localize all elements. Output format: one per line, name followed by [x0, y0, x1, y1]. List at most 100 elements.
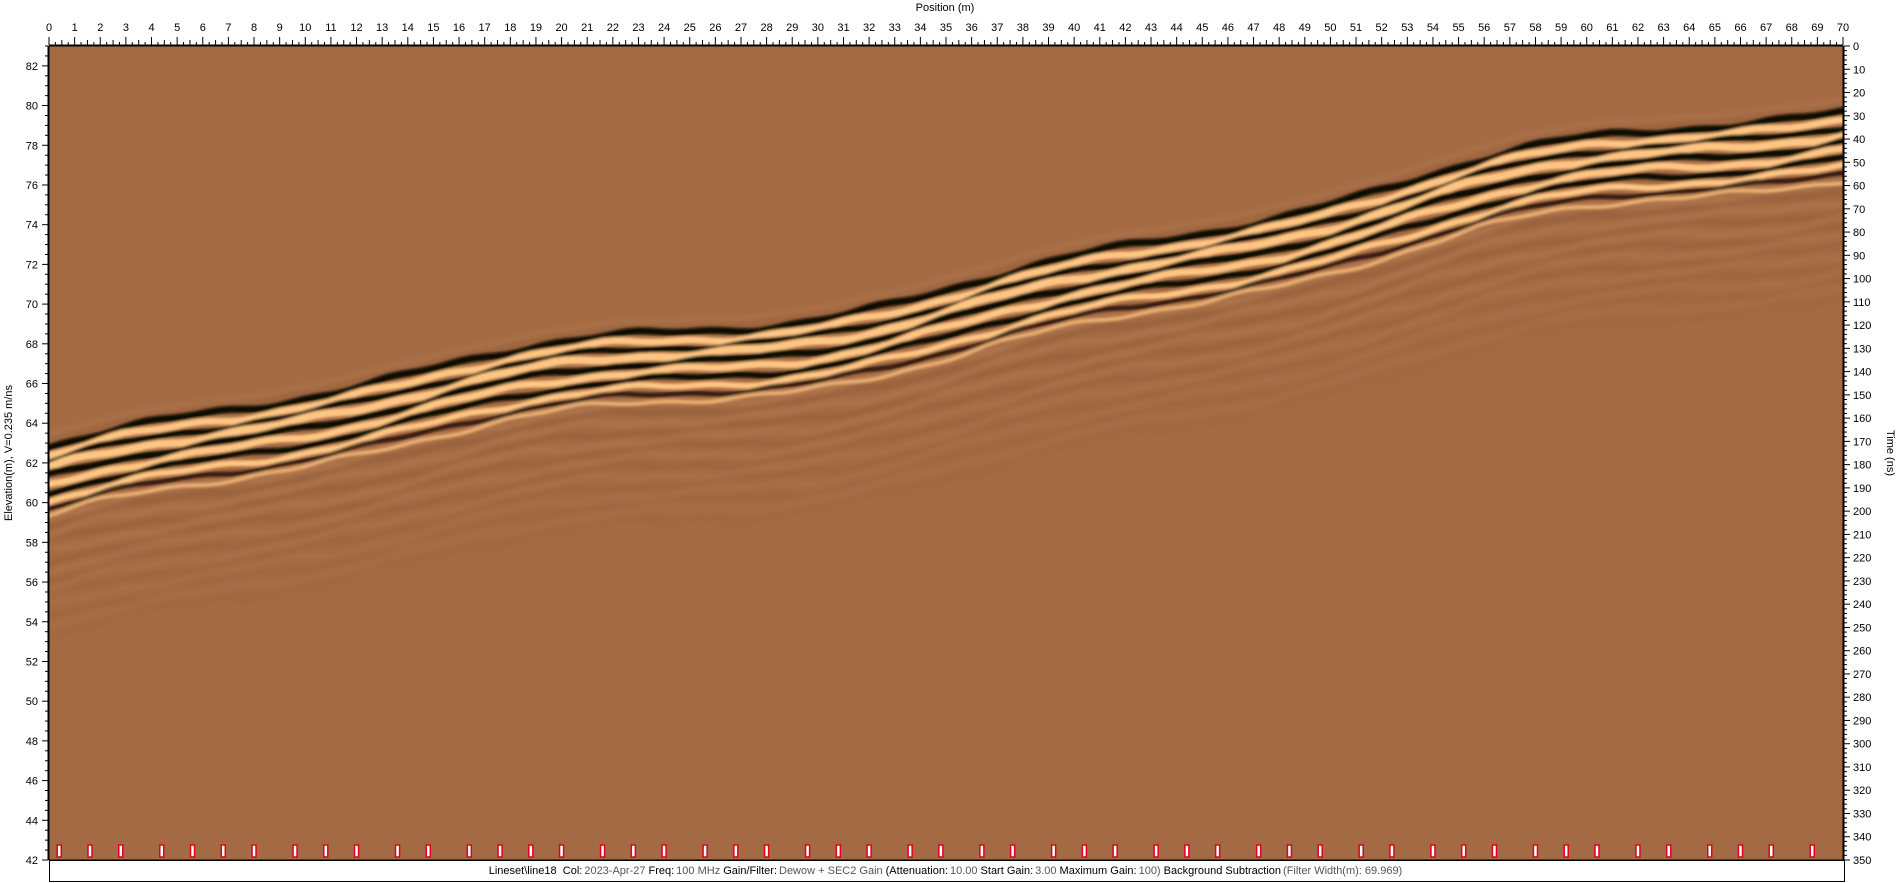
position-tick-label: 9	[277, 22, 283, 34]
time-tick-label: 250	[1853, 622, 1871, 634]
fiducial-marker	[1286, 844, 1293, 858]
fiducial-marker	[1153, 844, 1159, 858]
position-tick-label: 5	[174, 22, 180, 34]
position-tick-label: 25	[684, 22, 696, 34]
elevation-tick-label: 48	[26, 736, 38, 748]
fiducial-marker	[938, 844, 944, 858]
fiducial-marker	[251, 844, 257, 858]
position-tick-label: 67	[1760, 22, 1772, 34]
time-tick-label: 20	[1853, 88, 1865, 100]
fiducial-marker	[1009, 844, 1016, 858]
fiducial-marker	[118, 844, 124, 858]
position-tick-label: 41	[1094, 22, 1106, 34]
status-gain-label: Gain/Filter:	[723, 865, 777, 877]
fiducial-marker	[159, 844, 165, 858]
time-tick-label: 330	[1853, 808, 1871, 820]
radargram-view: Position (m) 0 1 2 3 4 5 6 7 8 9 10 11 12 13 14 15 16 17 1…	[3, 2, 1896, 867]
radargram-image[interactable]	[39, 46, 1851, 860]
fiducial-marker	[1460, 844, 1467, 858]
fiducial-marker	[661, 844, 667, 858]
fiducial-marker	[220, 844, 227, 858]
position-tick-label: 21	[581, 22, 593, 34]
status-bg-label: Background Subtraction	[1163, 865, 1282, 877]
position-tick-label: 56	[1478, 22, 1490, 34]
time-tick-label: 140	[1853, 367, 1871, 379]
position-tick-label: 31	[837, 22, 849, 34]
time-tick-label: 320	[1853, 785, 1871, 797]
elevation-tick-label: 52	[26, 656, 38, 668]
fiducial-marker	[1430, 844, 1436, 858]
fiducial-marker	[425, 844, 432, 858]
status-freq-label: Freq:	[648, 865, 675, 877]
time-tick-label: 70	[1853, 204, 1865, 216]
time-tick-label: 230	[1853, 576, 1871, 588]
time-tick-label: 30	[1853, 111, 1865, 123]
position-tick-label: 50	[1324, 22, 1336, 34]
position-tick-label: 28	[760, 22, 772, 34]
position-tick-label: 44	[1171, 22, 1183, 34]
position-tick-label: 61	[1606, 22, 1618, 34]
time-tick-label: 260	[1853, 646, 1871, 658]
elevation-tick-label: 74	[26, 220, 38, 232]
fiducial-marker	[189, 844, 196, 858]
elevation-tick-label: 64	[26, 418, 38, 430]
status-max-value: 100)	[1138, 865, 1161, 877]
fiducial-marker	[1768, 844, 1774, 858]
fiducial-marker	[1532, 844, 1539, 858]
elevation-tick-label: 76	[26, 180, 38, 192]
position-tick-label: 29	[786, 22, 798, 34]
fiducial-marker	[1214, 844, 1221, 858]
status-freq-value: 100 MHz	[676, 865, 721, 877]
fiducial-marker	[1665, 844, 1672, 858]
left-axis-title: Elevation(m), V=0.235 m/ns	[3, 384, 15, 521]
position-tick-label: 66	[1734, 22, 1746, 34]
position-tick-label: 32	[863, 22, 875, 34]
position-tick-label: 45	[1196, 22, 1208, 34]
fiducial-marker	[1255, 844, 1262, 858]
position-tick-label: 64	[1683, 22, 1695, 34]
position-tick-label: 22	[607, 22, 619, 34]
position-tick-label: 34	[914, 22, 926, 34]
fiducial-marker	[630, 844, 637, 858]
position-tick-label: 8	[251, 22, 257, 34]
fiducial-marker	[394, 844, 401, 858]
time-tick-label: 350	[1853, 855, 1871, 867]
time-tick-label: 150	[1853, 390, 1871, 402]
position-tick-label: 57	[1504, 22, 1516, 34]
position-tick-label: 3	[123, 22, 129, 34]
time-tick-label: 0	[1853, 41, 1859, 53]
top-position-ruler: 0 1 2 3 4 5 6 7 8 9 10 11 12 13 14 15 16 17 18 19 20 21 22 23 24…	[46, 22, 1849, 46]
position-tick-label: 13	[376, 22, 388, 34]
time-tick-label: 200	[1853, 506, 1871, 518]
time-tick-label: 110	[1853, 297, 1871, 309]
position-tick-label: 30	[812, 22, 824, 34]
elevation-tick-label: 70	[26, 299, 38, 311]
fiducial-marker	[866, 844, 872, 858]
position-tick-label: 1	[72, 22, 78, 34]
fiducial-marker	[1737, 844, 1744, 858]
position-tick-label: 19	[530, 22, 542, 34]
time-tick-label: 60	[1853, 181, 1865, 193]
elevation-tick-label: 50	[26, 696, 38, 708]
position-tick-label: 7	[225, 22, 231, 34]
status-col-label: Col:	[562, 865, 583, 877]
position-tick-label: 23	[632, 22, 644, 34]
position-tick-label: 63	[1657, 22, 1669, 34]
status-max-label: Maximum Gain:	[1059, 865, 1137, 877]
position-tick-label: 52	[1376, 22, 1388, 34]
fiducial-marker	[56, 844, 63, 858]
fiducial-marker	[1594, 844, 1600, 858]
fiducial-marker	[466, 844, 473, 858]
time-tick-label: 240	[1853, 599, 1871, 611]
position-tick-label: 16	[453, 22, 465, 34]
status-att-value: 10.00	[950, 865, 978, 877]
elevation-tick-label: 54	[26, 617, 38, 629]
position-tick-label: 26	[709, 22, 721, 34]
position-tick-label: 54	[1427, 22, 1439, 34]
position-tick-label: 2	[97, 22, 103, 34]
x-axis-title: Position (m)	[916, 2, 975, 14]
fiducial-marker	[353, 844, 360, 858]
position-tick-label: 38	[1017, 22, 1029, 34]
fiducial-marker	[702, 844, 708, 858]
elevation-tick-label: 46	[26, 776, 38, 788]
